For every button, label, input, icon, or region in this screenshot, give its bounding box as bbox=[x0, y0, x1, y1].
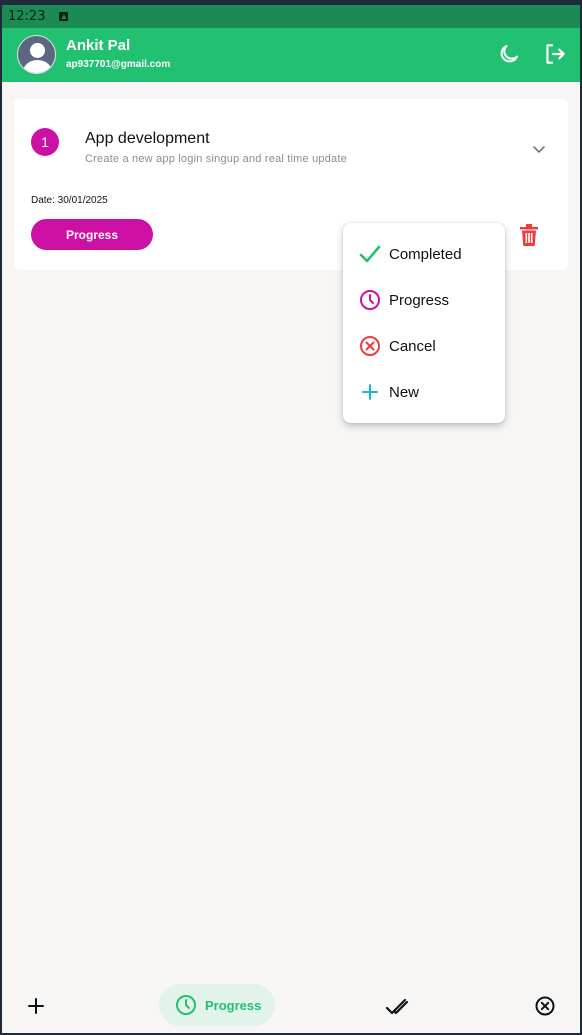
nav-progress-tab[interactable]: Progress bbox=[159, 984, 275, 1026]
cancel-icon bbox=[359, 335, 381, 357]
task-description: Create a new app login singup and real t… bbox=[85, 153, 347, 165]
menu-item-label: New bbox=[389, 383, 420, 401]
nav-cancel-button[interactable] bbox=[533, 994, 557, 1018]
status-time: 12:23 bbox=[8, 9, 46, 24]
chevron-down-icon[interactable] bbox=[531, 141, 547, 157]
cancel-icon bbox=[535, 996, 555, 1016]
status-bar: 12:23 bbox=[2, 5, 580, 28]
theme-toggle-button[interactable] bbox=[496, 41, 522, 67]
nav-new-button[interactable] bbox=[24, 994, 48, 1018]
status-menu: Completed Progress Cancel New bbox=[343, 223, 505, 423]
app-screen: 12:23 Ankit Pal ap937701@gmail.com 1 App… bbox=[2, 5, 580, 1033]
menu-item-cancel[interactable]: Cancel bbox=[343, 323, 505, 369]
logout-button[interactable] bbox=[542, 41, 568, 67]
menu-item-new[interactable]: New bbox=[343, 369, 505, 415]
logout-icon bbox=[546, 44, 565, 64]
menu-item-completed[interactable]: Completed bbox=[343, 231, 505, 277]
plus-icon bbox=[28, 998, 44, 1014]
menu-item-label: Progress bbox=[389, 291, 450, 309]
menu-item-label: Cancel bbox=[389, 337, 436, 355]
app-header: Ankit Pal ap937701@gmail.com bbox=[2, 28, 580, 82]
task-title: App development bbox=[85, 130, 210, 147]
nav-completed-button[interactable] bbox=[384, 994, 410, 1020]
task-date: Date: 30/01/2025 bbox=[31, 195, 108, 206]
clock-icon bbox=[359, 289, 381, 311]
check-icon bbox=[359, 243, 381, 265]
menu-item-label: Completed bbox=[389, 245, 462, 263]
user-name: Ankit Pal bbox=[66, 37, 131, 54]
status-button[interactable]: Progress bbox=[31, 219, 153, 250]
bottom-navigation: Progress bbox=[2, 980, 580, 1033]
plus-icon bbox=[359, 381, 381, 403]
menu-item-progress[interactable]: Progress bbox=[343, 277, 505, 323]
moon-icon bbox=[500, 45, 518, 63]
task-number-badge: 1 bbox=[31, 128, 59, 156]
avatar[interactable] bbox=[17, 35, 56, 74]
nav-progress-label: Progress bbox=[205, 997, 262, 1013]
user-email: ap937701@gmail.com bbox=[66, 59, 171, 70]
notification-icon bbox=[59, 12, 69, 21]
trash-icon[interactable] bbox=[518, 223, 540, 247]
double-check-icon bbox=[385, 998, 409, 1015]
clock-icon bbox=[176, 995, 196, 1015]
